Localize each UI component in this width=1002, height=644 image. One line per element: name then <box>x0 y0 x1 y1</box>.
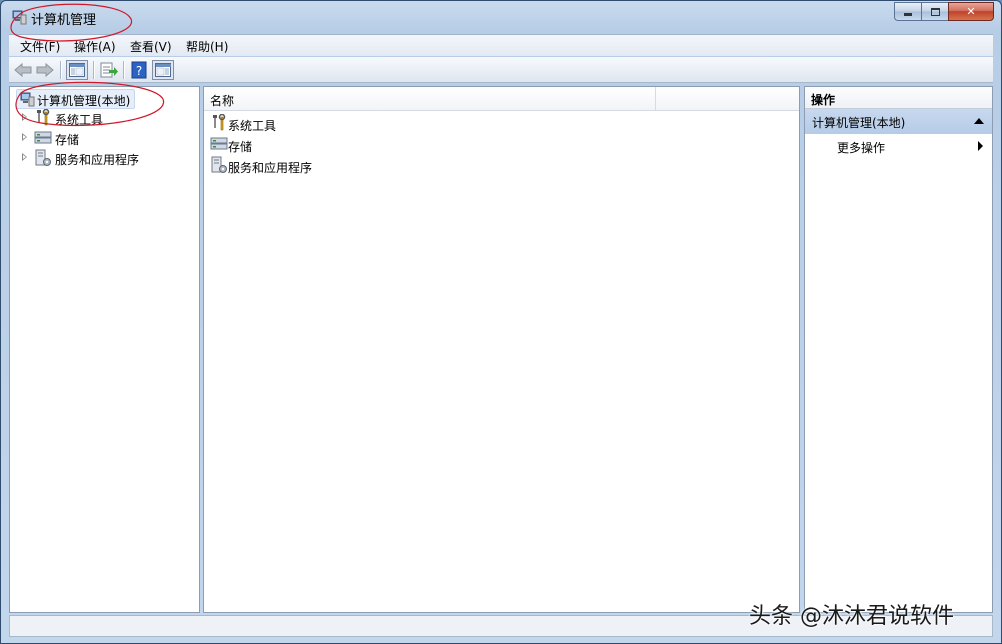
watermark-text: 头条 @沐沐君说软件 <box>749 604 954 629</box>
annotation-ellipses <box>10 3 164 127</box>
computer-management-window: 计算机管理 ✕ 文件(F) 操作(A) 查看(V) 帮助(H) ? 计算机管理(… <box>0 0 1002 644</box>
